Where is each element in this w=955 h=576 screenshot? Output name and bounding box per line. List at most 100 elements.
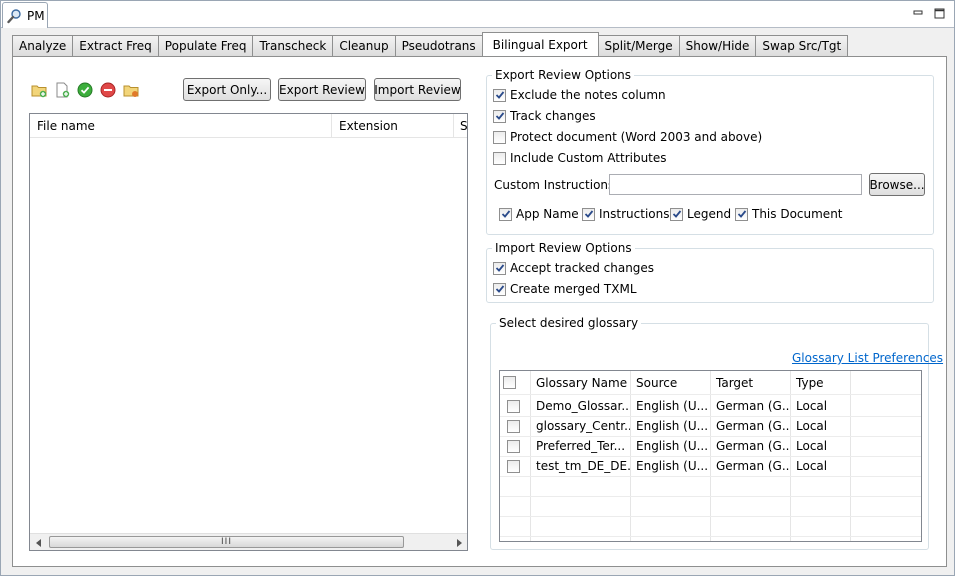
- option-accept-tracked-changes-checkbox[interactable]: [493, 261, 506, 275]
- include-this-document[interactable]: This Document: [735, 207, 843, 221]
- option-protect-document-word-2003-and-above[interactable]: Protect document (Word 2003 and above): [493, 130, 762, 144]
- include-legend[interactable]: Legend: [670, 207, 731, 221]
- custom-instructions-input[interactable]: [609, 174, 862, 195]
- group-title: Import Review Options: [492, 241, 635, 255]
- checkmark-icon: [672, 210, 681, 218]
- column-header-extension[interactable]: Extension: [332, 114, 454, 138]
- table-row[interactable]: glossary_Centr... English (U... German (G.…: [500, 416, 921, 436]
- glossary-name-cell: Demo_Glossar...: [536, 399, 630, 413]
- checkmark-icon: [495, 91, 504, 99]
- target-cell: German (G...: [716, 419, 790, 433]
- option-exclude-the-notes-column-checkbox[interactable]: [493, 88, 506, 102]
- file-toolbar: [31, 82, 139, 98]
- export-review-button[interactable]: Export Review: [278, 78, 366, 101]
- glossary-table[interactable]: Glossary Name Source Target Type Demo_Gl…: [499, 370, 922, 542]
- row-select-cell[interactable]: [507, 396, 527, 416]
- option-create-merged-txml-label: Create merged TXML: [510, 282, 637, 296]
- column-header-truncated[interactable]: S: [454, 114, 467, 138]
- option-track-changes[interactable]: Track changes: [493, 109, 596, 123]
- option-track-changes-checkbox[interactable]: [493, 109, 506, 123]
- column-header-file-name[interactable]: File name: [30, 114, 332, 138]
- column-header-source[interactable]: Source: [630, 373, 710, 393]
- table-row[interactable]: Demo_Glossar... English (U... German (G...…: [500, 396, 921, 416]
- maximize-button[interactable]: [932, 6, 946, 20]
- type-cell: Local: [796, 419, 828, 433]
- file-table[interactable]: File name Extension S III: [29, 113, 468, 551]
- row-select-checkbox[interactable]: [507, 440, 520, 453]
- row-select-checkbox[interactable]: [507, 400, 520, 413]
- row-divider: [500, 516, 921, 517]
- row-divider: [500, 476, 921, 477]
- tab-analyze[interactable]: Analyze: [12, 35, 74, 56]
- tab-pseudotrans[interactable]: Pseudotrans: [394, 35, 483, 56]
- file-table-header: File name Extension S: [30, 114, 467, 138]
- group-title: Select desired glossary: [496, 316, 642, 330]
- option-accept-tracked-changes[interactable]: Accept tracked changes: [493, 261, 654, 275]
- import-review-button[interactable]: Import Review: [374, 78, 461, 101]
- file-table-horizontal-scrollbar[interactable]: III: [30, 533, 467, 550]
- checkmark-icon: [737, 210, 746, 218]
- scroll-right-button[interactable]: [450, 534, 467, 550]
- tab-cleanup[interactable]: Cleanup: [332, 35, 396, 56]
- glossary-list-preferences-link[interactable]: Glossary List Preferences: [792, 351, 943, 365]
- app-frame: PM Analyze Extract Freq Populate Freq Trans…: [0, 0, 955, 576]
- include-app-name-checkbox[interactable]: [499, 207, 512, 221]
- export-only-button[interactable]: Export Only...: [183, 78, 271, 101]
- table-row[interactable]: test_tm_DE_DE... English (U... German (G..…: [500, 456, 921, 476]
- row-select-cell[interactable]: [507, 456, 527, 476]
- row-select-cell[interactable]: [507, 416, 527, 436]
- folder-settings-icon[interactable]: [123, 82, 139, 98]
- check-icon[interactable]: [77, 82, 93, 98]
- tab-populate-freq[interactable]: Populate Freq: [157, 35, 254, 56]
- include-instructions[interactable]: Instructions: [582, 207, 669, 221]
- column-header-target[interactable]: Target: [710, 373, 790, 393]
- option-include-custom-attributes[interactable]: Include Custom Attributes: [493, 151, 667, 165]
- option-create-merged-txml[interactable]: Create merged TXML: [493, 282, 637, 296]
- source-cell: English (U...: [636, 399, 709, 413]
- minimize-icon: [913, 10, 923, 15]
- scroll-left-button[interactable]: [30, 534, 47, 550]
- tab-split-merge[interactable]: Split/Merge: [597, 35, 680, 56]
- tab-transcheck[interactable]: Transcheck: [252, 35, 334, 56]
- checkmark-icon: [501, 210, 510, 218]
- row-select-checkbox[interactable]: [507, 460, 520, 473]
- glossary-table-header: Glossary Name Source Target Type: [500, 373, 921, 393]
- type-cell: Local: [796, 459, 828, 473]
- view-tab-pm[interactable]: PM: [2, 2, 48, 28]
- include-app-name[interactable]: App Name: [499, 207, 579, 221]
- tab-extract-freq[interactable]: Extract Freq: [72, 35, 159, 56]
- source-cell: English (U...: [636, 419, 709, 433]
- type-cell: Local: [796, 399, 828, 413]
- option-protect-document-word-2003-and-above-checkbox[interactable]: [493, 130, 506, 144]
- column-header-type[interactable]: Type: [790, 373, 850, 393]
- view-title-bar: PM: [1, 1, 954, 28]
- include-instructions-checkbox[interactable]: [582, 207, 595, 221]
- browse-button[interactable]: Browse...: [869, 173, 925, 196]
- select-all-cell[interactable]: [503, 373, 529, 393]
- scroll-thumb[interactable]: III: [49, 536, 404, 548]
- checkmark-icon: [495, 112, 504, 120]
- tab-bilingual-export[interactable]: Bilingual Export: [481, 32, 599, 56]
- include-legend-checkbox[interactable]: [670, 207, 683, 221]
- row-select-checkbox[interactable]: [507, 420, 520, 433]
- tab-swap-src-tgt[interactable]: Swap Src/Tgt: [755, 35, 849, 56]
- select-all-checkbox[interactable]: [503, 376, 516, 389]
- view-tab-label: PM: [27, 8, 45, 23]
- custom-instructions-label: Custom Instructions:: [494, 178, 619, 192]
- tab-show-hide[interactable]: Show/Hide: [678, 35, 757, 56]
- minimize-button[interactable]: [911, 6, 925, 20]
- option-create-merged-txml-checkbox[interactable]: [493, 282, 506, 296]
- source-cell: English (U...: [636, 459, 709, 473]
- column-header-glossary-name[interactable]: Glossary Name: [530, 373, 630, 393]
- option-exclude-the-notes-column[interactable]: Exclude the notes column: [493, 88, 666, 102]
- option-protect-document-word-2003-and-above-label: Protect document (Word 2003 and above): [510, 130, 763, 144]
- option-include-custom-attributes-label: Include Custom Attributes: [510, 151, 667, 165]
- row-select-cell[interactable]: [507, 436, 527, 456]
- table-row[interactable]: Preferred_Ter... English (U... German (G..…: [500, 436, 921, 456]
- add-folder-icon[interactable]: [31, 82, 47, 98]
- option-include-custom-attributes-checkbox[interactable]: [493, 151, 506, 165]
- remove-icon[interactable]: [100, 82, 116, 98]
- add-file-icon[interactable]: [54, 82, 70, 98]
- include-this-document-checkbox[interactable]: [735, 207, 748, 221]
- option-accept-tracked-changes-label: Accept tracked changes: [510, 261, 655, 275]
